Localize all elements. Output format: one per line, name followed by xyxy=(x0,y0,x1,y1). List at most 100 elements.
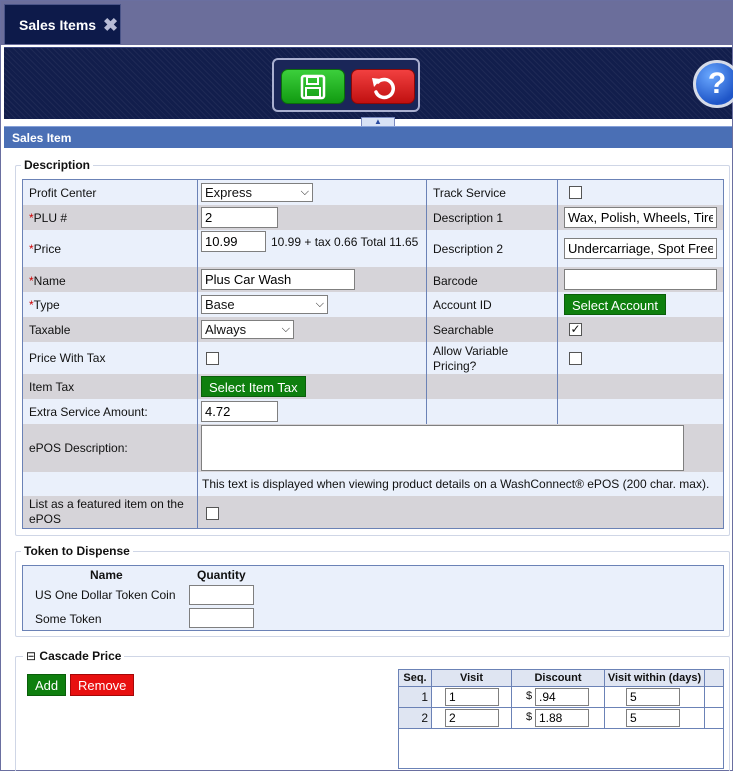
visit-cell xyxy=(432,687,512,708)
discount-cell: $ xyxy=(512,708,605,729)
profit-center-select[interactable]: Express ⌵ xyxy=(201,183,313,202)
description-table: Profit Center Express ⌵ Track Service *PL… xyxy=(22,179,724,529)
extra-service-input[interactable] xyxy=(201,401,278,422)
price-with-tax-label: Price With Tax xyxy=(29,351,106,365)
visit-within-input[interactable] xyxy=(626,709,680,727)
type-value: Base xyxy=(205,297,235,312)
save-button[interactable] xyxy=(281,69,345,104)
plu-input[interactable] xyxy=(201,207,278,228)
extra-cell xyxy=(705,687,723,708)
featured-label-2: ePOS xyxy=(29,512,62,526)
type-select[interactable]: Base ⌵ xyxy=(201,295,328,314)
token-col-name: Name xyxy=(90,568,123,582)
seq-value: 2 xyxy=(421,711,428,725)
collapse-toggle-icon[interactable]: ⊟ xyxy=(26,649,36,663)
section-header: Sales Item xyxy=(4,126,732,148)
row-profit-center: Profit Center Express ⌵ Track Service xyxy=(23,180,723,205)
row-taxable: Taxable Always ⌵ Searchable ✓ xyxy=(23,317,723,342)
barcode-input[interactable] xyxy=(564,269,717,290)
cascade-legend: ⊟ Cascade Price xyxy=(23,649,125,663)
row-price-with-tax: Price With Tax Allow Variable Pricing? xyxy=(23,342,723,374)
cascade-table: Seq. Visit Discount Visit within (days) … xyxy=(398,669,724,769)
description-legend: Description xyxy=(21,158,94,172)
token-col-qty: Quantity xyxy=(197,568,246,582)
floppy-disk-icon xyxy=(300,74,326,99)
select-account-button[interactable]: Select Account xyxy=(564,294,666,315)
chevron-down-icon: ⌵ xyxy=(300,186,309,198)
select-item-tax-button[interactable]: Select Item Tax xyxy=(201,376,306,397)
featured-checkbox[interactable] xyxy=(206,507,219,520)
price-input[interactable] xyxy=(201,231,266,252)
row-epos-help: This text is displayed when viewing prod… xyxy=(23,472,723,496)
taxable-select[interactable]: Always ⌵ xyxy=(201,320,294,339)
token-table: Name Quantity US One Dollar Token Coin S… xyxy=(22,565,724,631)
item-tax-label: Item Tax xyxy=(29,380,75,394)
visit-input[interactable] xyxy=(445,688,499,706)
track-service-label: Track Service xyxy=(433,186,506,200)
name-input[interactable] xyxy=(201,269,355,290)
col-within-header: Visit within (days) xyxy=(605,670,705,687)
plu-label: PLU # xyxy=(33,211,68,225)
chevron-down-icon: ⌵ xyxy=(315,298,324,310)
row-epos-description: ePOS Description: xyxy=(23,424,723,472)
epos-description-label: ePOS Description: xyxy=(29,441,128,455)
barcode-label: Barcode xyxy=(433,274,478,288)
tab-sales-items[interactable]: Sales Items ✖ xyxy=(4,4,121,44)
chevron-down-icon: ⌵ xyxy=(281,323,290,335)
price-with-tax-checkbox[interactable] xyxy=(206,352,219,365)
profit-center-label: Profit Center xyxy=(29,186,97,200)
action-button-group xyxy=(272,58,420,112)
visit-within-input[interactable] xyxy=(626,688,680,706)
seq-value: 1 xyxy=(421,690,428,704)
epos-help-text: This text is displayed when viewing prod… xyxy=(202,477,710,491)
token-row-name: Some Token xyxy=(35,612,102,626)
token-qty-input[interactable] xyxy=(189,585,254,605)
extra-cell xyxy=(705,708,723,729)
add-button[interactable]: Add xyxy=(27,674,67,696)
discount-input[interactable] xyxy=(535,709,589,727)
seq-cell: 1 xyxy=(399,687,432,708)
taxable-label: Taxable xyxy=(29,323,71,337)
help-icon[interactable]: ? xyxy=(693,60,733,108)
col-visit-header: Visit xyxy=(432,670,512,687)
col-extra-header xyxy=(705,670,723,687)
account-id-label: Account ID xyxy=(433,298,492,312)
extra-service-label: Extra Service Amount: xyxy=(29,405,148,419)
row-extra-service: Extra Service Amount: xyxy=(23,399,723,424)
within-cell xyxy=(605,687,705,708)
remove-button[interactable]: Remove xyxy=(70,674,135,696)
token-row-name: US One Dollar Token Coin xyxy=(35,588,176,602)
price-summary: 10.99 + tax 0.66 Total 11.65 xyxy=(271,235,419,249)
description2-label: Description 2 xyxy=(433,242,504,256)
col-discount-header: Discount xyxy=(512,670,605,687)
track-service-checkbox[interactable] xyxy=(569,186,582,199)
row-item-tax: Item Tax Select Item Tax xyxy=(23,374,723,399)
allow-variable-label-2: Pricing? xyxy=(433,359,477,373)
profit-center-value: Express xyxy=(205,185,252,200)
featured-label-1: List as a featured item on the xyxy=(29,497,184,511)
token-qty-input[interactable] xyxy=(189,608,254,628)
description2-input[interactable] xyxy=(564,238,717,259)
row-price: *Price 10.99 + tax 0.66 Total 11.65 Desc… xyxy=(23,230,723,267)
epos-description-textarea[interactable] xyxy=(201,425,684,471)
name-label: Name xyxy=(33,274,66,288)
tab-bar: Sales Items ✖ xyxy=(1,1,732,45)
row-name: *Name Barcode xyxy=(23,267,723,292)
collapse-toolbar-toggle[interactable]: ▲ xyxy=(361,117,395,126)
undo-button[interactable] xyxy=(351,69,415,104)
visit-cell xyxy=(432,708,512,729)
description1-input[interactable] xyxy=(564,207,717,228)
currency-symbol: $ xyxy=(526,690,533,702)
seq-cell: 2 xyxy=(399,708,432,729)
discount-cell: $ xyxy=(512,687,605,708)
price-label: Price xyxy=(33,242,62,256)
toolbar: ? xyxy=(4,47,733,119)
allow-variable-label-1: Allow Variable xyxy=(433,344,509,358)
discount-input[interactable] xyxy=(535,688,589,706)
row-featured: List as a featured item on the ePOS xyxy=(23,496,723,528)
allow-variable-pricing-checkbox[interactable] xyxy=(569,352,582,365)
close-icon[interactable]: ✖ xyxy=(103,15,118,36)
searchable-checkbox[interactable]: ✓ xyxy=(569,323,582,336)
visit-input[interactable] xyxy=(445,709,499,727)
searchable-label: Searchable xyxy=(433,323,494,337)
